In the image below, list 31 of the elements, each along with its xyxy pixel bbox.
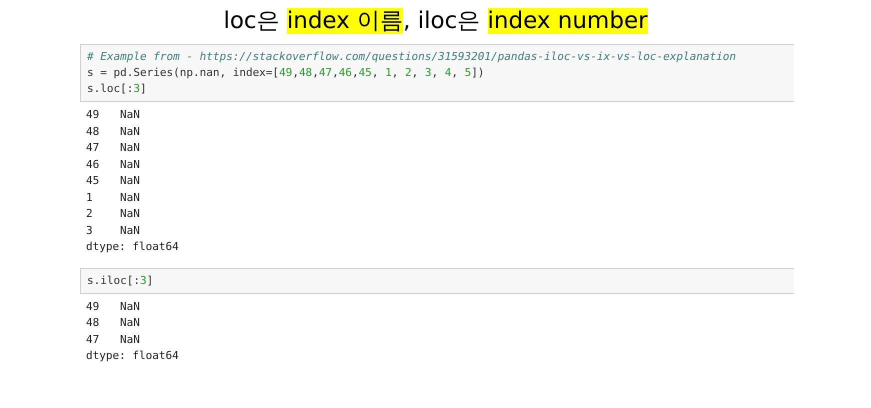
code-line: # Example from - https://stackoverflow.com/questions/31593201/pandas-iloc-vs-ix-vs-loc-explanation: [87, 49, 736, 65]
output-value: NaN: [120, 222, 140, 238]
output-index: 46: [86, 156, 100, 172]
output-value: NaN: [120, 298, 140, 314]
output-index: 2: [86, 206, 94, 222]
output-index: 49: [86, 107, 100, 123]
code-cell[interactable]: # Example from - https://stackoverflow.com/questions/31593201/pandas-iloc-vs-ix-vs-loc-explanation s = pd.Series(np.nan, index=[49,48,47,46,45, 1, 2, 3, 4, 5]) s.loc[:3]: [80, 44, 794, 102]
output-index: 47: [86, 140, 100, 156]
slide-title: loc은 index 이름, iloc은 index number: [222, 7, 649, 36]
output-value: NaN: [120, 156, 140, 172]
output-index: 47: [86, 332, 100, 348]
output-value: NaN: [120, 190, 140, 206]
output-value: NaN: [120, 107, 140, 123]
output-index: 48: [86, 315, 100, 331]
output-index: 45: [86, 173, 100, 189]
output-index: 49: [86, 298, 100, 314]
output-value: NaN: [120, 124, 140, 140]
output-value: NaN: [120, 206, 140, 222]
output-index: 3: [86, 222, 94, 238]
output-dtype: dtype: float64: [86, 348, 179, 364]
output-dtype: dtype: float64: [86, 239, 179, 255]
output-value: NaN: [120, 315, 140, 331]
output-value: NaN: [120, 173, 140, 189]
code-cell[interactable]: s.iloc[:3]: [80, 268, 794, 294]
output-index: 48: [86, 124, 100, 140]
code-line: s.loc[:3]: [87, 81, 147, 97]
code-line: s = pd.Series(np.nan, index=[49,48,47,46,45, 1, 2, 3, 4, 5]): [87, 65, 484, 81]
output-value: NaN: [120, 332, 140, 348]
output-index: 1: [86, 190, 94, 206]
output-value: NaN: [120, 140, 140, 156]
code-line: s.iloc[:3]: [87, 272, 154, 288]
